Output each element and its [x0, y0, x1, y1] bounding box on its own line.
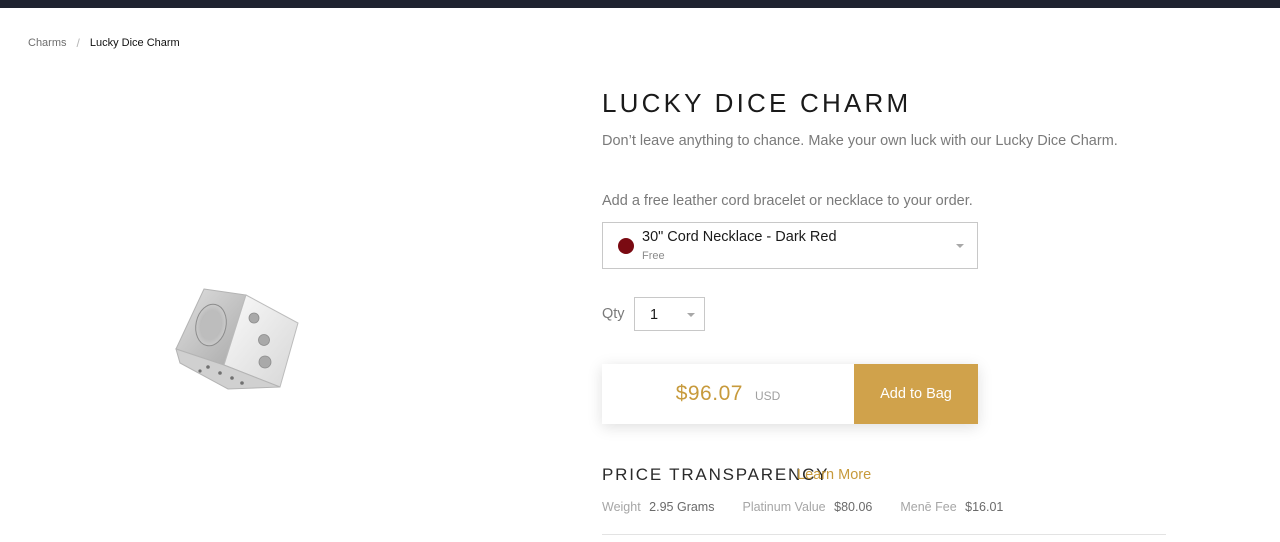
stat-mene-fee: Menē Fee $16.01 [900, 500, 1003, 514]
price-display: $96.07 USD [602, 364, 854, 424]
add-to-bag-button[interactable]: Add to Bag [854, 364, 978, 424]
product-image[interactable] [170, 283, 304, 395]
purchase-box: $96.07 USD Add to Bag [602, 364, 978, 424]
price-transparency-stats: Weight 2.95 Grams Platinum Value $80.06 … [602, 500, 1031, 514]
top-navigation-bar [0, 0, 1280, 8]
breadcrumb: Charms / Lucky Dice Charm [28, 36, 180, 50]
stat-value: $80.06 [834, 500, 873, 514]
stat-value: $16.01 [965, 500, 1004, 514]
cord-option-price: Free [642, 250, 665, 262]
product-title: LUCKY DICE CHARM [602, 88, 912, 118]
quantity-value: 1 [650, 307, 659, 323]
cord-option-name: 30" Cord Necklace - Dark Red [642, 229, 837, 245]
stat-label: Menē Fee [900, 500, 957, 514]
section-divider [602, 534, 1166, 535]
learn-more-link[interactable]: Learn More [797, 467, 871, 483]
addon-label: Add a free leather cord bracelet or neck… [602, 193, 973, 209]
product-description: Don’t leave anything to chance. Make you… [602, 133, 1118, 149]
breadcrumb-link-charms[interactable]: Charms [28, 37, 67, 49]
stat-weight: Weight 2.95 Grams [602, 500, 714, 514]
stat-platinum-value: Platinum Value $80.06 [742, 500, 872, 514]
chevron-down-icon [687, 313, 695, 317]
price-transparency-heading: PRICE TRANSPARENCY [602, 465, 830, 484]
price-amount: $96.07 [675, 382, 743, 405]
stat-label: Weight [602, 500, 641, 514]
chevron-down-icon [956, 244, 964, 248]
cord-option-dropdown[interactable]: 30" Cord Necklace - Dark Red Free [602, 222, 978, 269]
dice-charm-icon [175, 288, 299, 390]
quantity-label: Qty [602, 306, 625, 322]
color-swatch-icon [618, 238, 634, 254]
quantity-dropdown[interactable]: 1 [634, 297, 705, 331]
stat-label: Platinum Value [742, 500, 826, 514]
price-currency: USD [754, 388, 781, 403]
stat-value: 2.95 Grams [649, 500, 715, 514]
breadcrumb-separator: / [76, 36, 80, 50]
breadcrumb-current: Lucky Dice Charm [89, 37, 180, 49]
